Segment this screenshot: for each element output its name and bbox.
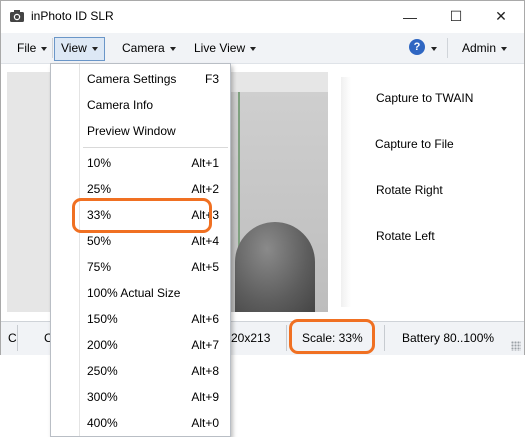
menu-item-shortcut: Alt+5 <box>191 260 219 274</box>
menu-item-label: 250% <box>87 364 118 378</box>
resize-grip[interactable] <box>511 341 521 351</box>
menu-separator <box>83 147 228 148</box>
menu-item-shortcut: Alt+7 <box>191 338 219 352</box>
menu-live-view[interactable]: Live View <box>188 37 262 59</box>
menu-item-label: 150% <box>87 312 118 326</box>
menu-item-zoom-150[interactable]: 150% Alt+6 <box>87 307 227 331</box>
menu-item-shortcut: Alt+0 <box>191 416 219 430</box>
status-separator <box>286 325 287 351</box>
menu-item-label: 50% <box>87 234 112 248</box>
close-button[interactable]: ✕ <box>478 1 524 32</box>
title-bar: inPhoto ID SLR — ☐ ✕ <box>1 1 524 32</box>
menu-item-shortcut: Alt+1 <box>191 156 219 170</box>
menu-item-shortcut: Alt+6 <box>191 312 219 326</box>
chevron-down-icon <box>501 46 508 51</box>
zoom-33-highlight <box>72 198 212 233</box>
status-separator <box>384 325 385 351</box>
menu-separator <box>447 38 448 58</box>
menu-item-camera-settings[interactable]: Camera Settings F3 <box>87 67 227 91</box>
menu-camera-label: Camera <box>122 41 165 55</box>
status-battery: Battery 80..100% <box>402 331 495 345</box>
help-menu-toggle[interactable] <box>424 37 439 59</box>
menu-view-label: View <box>61 41 87 55</box>
chevron-down-icon <box>250 46 257 51</box>
menu-item-shortcut: Alt+9 <box>191 390 219 404</box>
menu-admin[interactable]: Admin <box>456 37 513 59</box>
menu-item-zoom-250[interactable]: 250% Alt+8 <box>87 359 227 383</box>
chevron-down-icon <box>91 46 98 51</box>
menu-item-label: 200% <box>87 338 118 352</box>
maximize-button[interactable]: ☐ <box>433 1 479 32</box>
subject-silhouette <box>235 222 315 312</box>
menu-item-label: 25% <box>87 182 112 196</box>
help-icon[interactable]: ? <box>409 39 425 55</box>
scale-highlight <box>289 319 375 354</box>
chevron-down-icon <box>41 46 48 51</box>
camera-icon <box>10 10 24 22</box>
view-dropdown-menu: Camera Settings F3 Camera Info Preview Wi… <box>50 63 231 437</box>
capture-twain-button[interactable]: Capture to TWAIN <box>376 91 473 105</box>
menu-admin-label: Admin <box>462 41 497 55</box>
menu-file[interactable]: File <box>11 37 53 59</box>
window-title: inPhoto ID SLR <box>31 9 114 23</box>
menu-item-label: 400% <box>87 416 118 430</box>
menu-item-zoom-100[interactable]: 100% Actual Size <box>87 281 227 305</box>
status-cell-0: C <box>8 331 17 345</box>
menu-view[interactable]: View <box>54 37 105 61</box>
rotate-left-button[interactable]: Rotate Left <box>376 229 435 243</box>
menu-item-label: 100% Actual Size <box>87 286 181 300</box>
menu-item-label: Camera Info <box>87 98 154 112</box>
menu-item-zoom-400[interactable]: 400% Alt+0 <box>87 411 227 435</box>
status-resolution: 20x213 <box>231 331 271 345</box>
menu-item-preview-window[interactable]: Preview Window <box>87 119 227 143</box>
menu-item-camera-info[interactable]: Camera Info <box>87 93 227 117</box>
menu-item-label: 10% <box>87 156 112 170</box>
menu-camera[interactable]: Camera <box>116 37 182 59</box>
menu-item-label: 300% <box>87 390 118 404</box>
menu-item-zoom-300[interactable]: 300% Alt+9 <box>87 385 227 409</box>
menu-separator <box>52 38 53 58</box>
close-icon: ✕ <box>495 8 507 24</box>
menu-item-shortcut: Alt+8 <box>191 364 219 378</box>
status-separator <box>17 325 18 351</box>
menu-item-label: Camera Settings <box>87 72 177 86</box>
menu-item-shortcut: F3 <box>204 72 219 86</box>
menu-item-zoom-200[interactable]: 200% Alt+7 <box>87 333 227 357</box>
menu-gutter <box>51 64 80 436</box>
menu-item-zoom-75[interactable]: 75% Alt+5 <box>87 255 227 279</box>
menu-file-label: File <box>17 41 37 55</box>
menu-item-label: Preview Window <box>87 124 176 138</box>
minimize-button[interactable]: — <box>387 1 433 32</box>
panel-divider <box>341 77 351 307</box>
chevron-down-icon <box>431 46 437 51</box>
menu-item-label: 75% <box>87 260 112 274</box>
menu-live-view-label: Live View <box>194 41 246 55</box>
menu-item-zoom-10[interactable]: 10% Alt+1 <box>87 151 227 175</box>
chevron-down-icon <box>169 46 176 51</box>
minimize-icon: — <box>403 8 417 25</box>
maximize-icon: ☐ <box>449 8 463 24</box>
rotate-right-button[interactable]: Rotate Right <box>376 183 443 197</box>
capture-file-button[interactable]: Capture to File <box>375 137 454 151</box>
